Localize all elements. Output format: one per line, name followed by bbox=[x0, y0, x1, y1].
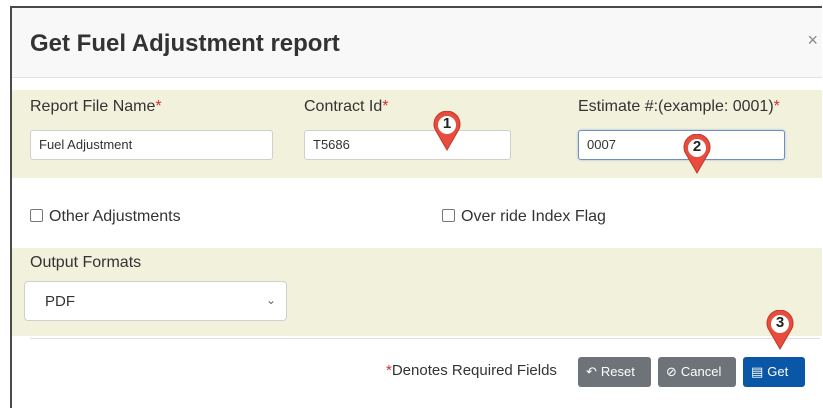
contract-id-label: Contract Id* bbox=[304, 98, 389, 115]
estimate-label: Estimate #:(example: 0001)* bbox=[578, 98, 780, 115]
footer-divider bbox=[30, 338, 820, 339]
report-file-name-input[interactable]: Fuel Adjustment bbox=[30, 130, 273, 160]
cancel-button[interactable]: ⊘ Cancel bbox=[658, 357, 736, 387]
output-format-value: PDF bbox=[45, 293, 75, 310]
required-fields-note: *Denotes Required Fields bbox=[386, 362, 557, 379]
get-button[interactable]: ▤ Get bbox=[743, 357, 805, 387]
cancel-icon: ⊘ bbox=[666, 364, 677, 379]
required-mark: * bbox=[382, 98, 389, 115]
reset-button[interactable]: ↶ Reset bbox=[578, 357, 651, 387]
override-index-flag-checkbox[interactable]: Over ride Index Flag bbox=[442, 208, 606, 226]
chart-icon: ▤ bbox=[751, 364, 764, 379]
required-mark: * bbox=[155, 98, 162, 115]
annotation-marker-2: 2 bbox=[682, 133, 712, 174]
checkbox-box[interactable] bbox=[30, 209, 43, 222]
required-mark: * bbox=[773, 98, 780, 115]
output-formats-label: Output Formats bbox=[30, 254, 142, 271]
annotation-marker-3: 3 bbox=[765, 309, 795, 350]
dialog-title: Get Fuel Adjustment report bbox=[30, 30, 340, 57]
undo-icon: ↶ bbox=[586, 364, 597, 379]
output-format-select[interactable]: PDF ⌄ bbox=[24, 281, 287, 321]
report-file-name-label: Report File Name* bbox=[30, 98, 162, 115]
fuel-adjustment-dialog: Get Fuel Adjustment report × Report File… bbox=[10, 6, 822, 408]
close-icon[interactable]: × bbox=[807, 30, 818, 51]
other-adjustments-checkbox[interactable]: Other Adjustments bbox=[30, 208, 181, 226]
checkbox-box[interactable] bbox=[442, 209, 455, 222]
dialog-header: Get Fuel Adjustment report × bbox=[12, 8, 822, 78]
chevron-down-icon: ⌄ bbox=[265, 293, 276, 307]
annotation-marker-1: 1 bbox=[432, 110, 462, 151]
contract-id-input[interactable]: T5686 bbox=[304, 130, 511, 160]
